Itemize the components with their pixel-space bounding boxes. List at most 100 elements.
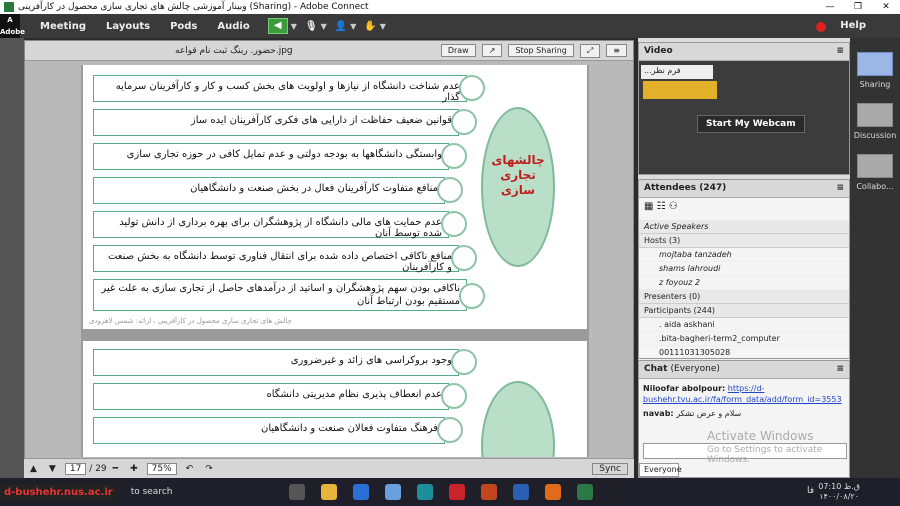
slide-row: منافع ناکافی اختصاص داده شده برای انتقال… [93, 245, 459, 273]
zoom-select[interactable]: 75% [146, 462, 177, 475]
chevron-down-icon: ▼ [379, 21, 386, 31]
sync-button[interactable]: Sync [592, 462, 628, 475]
zoom-in-icon[interactable]: ✚ [130, 464, 138, 474]
layout-sharing[interactable]: Sharing [850, 52, 900, 89]
video-pod-header: Video ≡ [639, 43, 849, 61]
redo-icon[interactable]: ↷ [205, 464, 213, 474]
connect-icon[interactable] [576, 484, 593, 500]
share-pod: حضور. ربنگ ثبت نام قواعه.jpg Draw ↗ Stop… [24, 40, 634, 478]
hand-icon: ✋ [364, 20, 377, 32]
window-title: وبینار آموزشی چالش های تجاری سازی محصول … [18, 2, 369, 12]
chevron-down-icon: ▼ [290, 21, 297, 31]
taskbar-clock[interactable]: 07:10 ق.ظ ۱۴۰۰/۰۸/۲۰ [818, 482, 860, 502]
share-pod-header: حضور. ربنگ ثبت نام قواعه.jpg Draw ↗ Stop… [25, 41, 633, 61]
chat-text: سلام و عرض تشکر [676, 409, 742, 418]
speaker-control[interactable]: ◀ ▼ [267, 17, 297, 35]
shared-file-name: حضور. ربنگ ثبت نام قواعه.jpg [175, 45, 293, 56]
acrobat-icon[interactable] [448, 484, 465, 500]
webcam-control[interactable]: 👤 ▼ [335, 17, 357, 35]
attendee-participant[interactable]: . aida askhani [639, 318, 849, 332]
chat-pod: Chat (Everyone) ≡ Niloofar abolpour: http… [638, 360, 850, 478]
word-icon[interactable] [512, 484, 529, 500]
adobe-logo: A Adobe [0, 14, 25, 38]
chat-tab-everyone[interactable]: Everyone [639, 463, 682, 477]
chat-message: navab: سلام و عرض تشکر [643, 408, 845, 419]
pod-menu-icon[interactable]: ≡ [836, 183, 844, 194]
draw-button[interactable]: Draw [440, 44, 476, 57]
menu-layouts[interactable]: Layouts [106, 21, 150, 32]
slide-row: فرهنگ متفاوت فعالان صنعت و دانشگاهیان [93, 417, 445, 444]
fullscreen-icon[interactable]: ⤢ [579, 43, 601, 58]
app-icon [4, 2, 14, 12]
slide-title-circle [481, 381, 555, 457]
task-view-icon[interactable] [288, 484, 305, 500]
attendees-title: Attendees [644, 183, 697, 193]
menu-audio[interactable]: Audio [217, 21, 249, 32]
page-number-input[interactable]: 17 [64, 462, 87, 475]
maximize-button[interactable]: ❐ [844, 2, 872, 12]
microphone-icon: 🎙 [304, 20, 318, 32]
attendees-pod: Attendees (247) ≡ ▦ ☷ ⚇ Active Speakers H… [638, 179, 850, 360]
stop-sharing-button[interactable]: Stop Sharing [508, 44, 574, 57]
firefox-icon[interactable] [544, 484, 561, 500]
prev-page-icon[interactable]: ▲ [30, 464, 37, 474]
powerpoint-icon[interactable] [480, 484, 497, 500]
slide-row: عدم شناخت دانشگاه از نیازها و اولویت های… [93, 75, 467, 103]
attendee-host[interactable]: mojtaba tanzadeh [639, 248, 849, 262]
view-toggle[interactable]: ▦ ☷ ⚇ [639, 198, 849, 220]
help-menu[interactable]: Help [840, 20, 866, 31]
next-page-icon[interactable]: ▼ [49, 464, 56, 474]
taskbar-search[interactable]: to search [131, 487, 281, 497]
attendee-participant[interactable]: .bita-bagheri-term2_computer [639, 332, 849, 346]
slide-18: وجود بروکراسی های زائد و غیرضروری عدم ان… [83, 341, 587, 457]
minimize-button[interactable]: — [816, 2, 844, 12]
edge-icon[interactable] [416, 484, 433, 500]
attendee-host[interactable]: shams lahroudi [639, 262, 849, 276]
pod-menu-icon[interactable]: ≡ [836, 46, 844, 57]
chevron-down-icon: ▼ [320, 21, 327, 31]
raise-hand-control[interactable]: ✋ ▼ [364, 17, 386, 35]
language-indicator[interactable]: فا [807, 486, 814, 496]
pointer-button[interactable]: ↗ [481, 44, 503, 57]
share-toolbar: ▲ ▼ 17 / 29 ━ ✚ 75% ↶ ↷ Sync [24, 458, 634, 478]
pod-menu-icon[interactable]: ≡ [836, 364, 844, 375]
zoom-out-icon[interactable]: ━ [113, 464, 118, 474]
bullet-circle [451, 109, 477, 135]
url-badge: d-bushehr.nus.ac.ir [0, 483, 117, 501]
microphone-control[interactable]: 🎙 ▼ [305, 17, 327, 35]
layout-collaboration[interactable]: Collabo... [850, 154, 900, 191]
slide-row: وابستگی دانشگاهها به بودجه دولتی و عدم ت… [93, 143, 449, 170]
participants-section[interactable]: Participants (244) [639, 304, 849, 318]
chevron-down-icon: ▼ [350, 21, 357, 31]
undo-icon[interactable]: ↶ [186, 464, 194, 474]
chrome-icon[interactable] [384, 484, 401, 500]
active-speakers: Active Speakers [639, 220, 849, 234]
presenters-section[interactable]: Presenters (0) [639, 290, 849, 304]
video-feed-label[interactable]: ...فرم نظر [641, 65, 713, 79]
slide-row: وجود بروکراسی های زائد و غیرضروری [93, 349, 459, 376]
mail-icon[interactable] [352, 484, 369, 500]
chat-sender: Niloofar abolpour: [643, 384, 726, 393]
layout-thumbnail [857, 52, 893, 76]
attendee-participant[interactable]: 00111031305028 [639, 346, 849, 360]
window-titlebar: وبینار آموزشی چالش های تجاری سازی محصول … [0, 0, 900, 14]
pod-menu-icon[interactable]: ≡ [606, 44, 627, 57]
left-gutter [0, 38, 24, 478]
bullet-circle [437, 177, 463, 203]
menu-pods[interactable]: Pods [170, 21, 197, 32]
layout-discussion[interactable]: Discussion [850, 103, 900, 140]
video-pod: Video ≡ ...فرم نظر Start My Webcam [638, 42, 850, 175]
start-webcam-button[interactable]: Start My Webcam [697, 115, 805, 133]
bullet-circle [441, 383, 467, 409]
attendee-host[interactable]: z foyouz 2 [639, 276, 849, 290]
close-button[interactable]: ✕ [872, 2, 900, 12]
right-column: Video ≡ ...فرم نظر Start My Webcam Attend… [638, 38, 850, 478]
slide-row: عدم انعطاف پذیری نظام مدیریتی دانشگاه [93, 383, 449, 410]
menu-meeting[interactable]: Meeting [40, 21, 86, 32]
hosts-section[interactable]: Hosts (3) [639, 234, 849, 248]
windows-taskbar: d-bushehr.nus.ac.ir to search فا 07:10 ق… [0, 478, 900, 506]
video-thumbnail [643, 81, 717, 99]
slide-row: عدم حمایت های مالی دانشگاه از پژوهشگران … [93, 211, 449, 239]
file-explorer-icon[interactable] [320, 484, 337, 500]
attendees-header: Attendees (247) ≡ [639, 180, 849, 198]
